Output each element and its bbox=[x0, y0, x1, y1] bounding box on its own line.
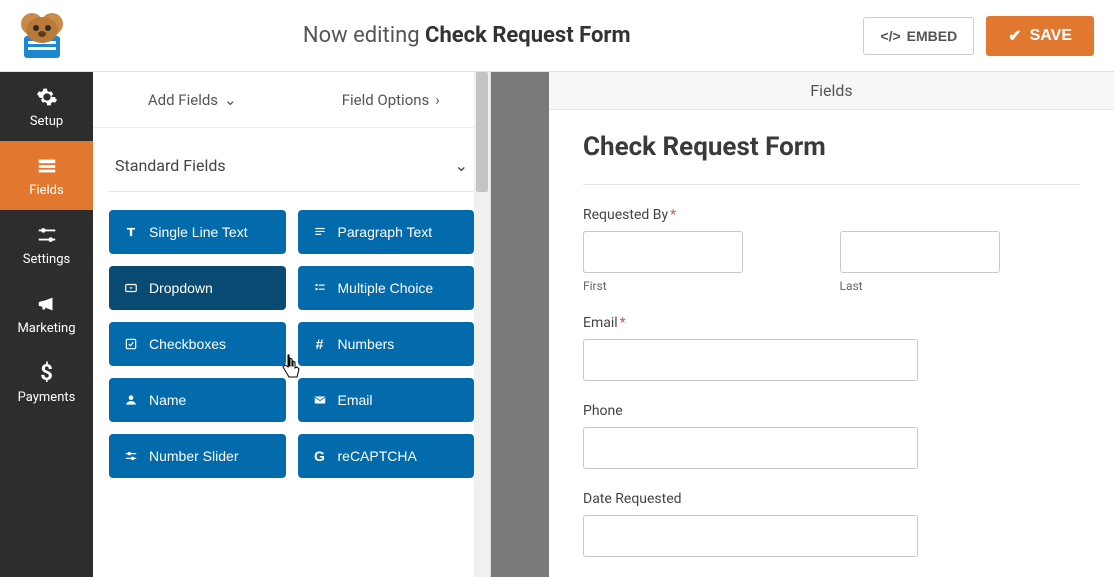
form-name: Check Request Form bbox=[425, 23, 630, 48]
sidebar-item-setup[interactable]: Setup bbox=[0, 72, 93, 141]
field-multiple-choice[interactable]: Multiple Choice bbox=[298, 266, 475, 310]
form-title: Check Request Form bbox=[583, 132, 1080, 185]
label-text: Requested By bbox=[583, 207, 668, 223]
section-label: Standard Fields bbox=[115, 156, 226, 175]
panel-tabs: Add Fields ⌄ Field Options › bbox=[93, 72, 490, 128]
sidebar-label: Marketing bbox=[17, 321, 75, 336]
field-label: Single Line Text bbox=[149, 224, 248, 240]
hash-icon: # bbox=[312, 336, 328, 352]
checkbox-icon bbox=[123, 337, 139, 351]
first-sublabel: First bbox=[583, 279, 824, 293]
field-label: reCAPTCHA bbox=[338, 448, 417, 464]
section-standard-fields[interactable]: Standard Fields ⌄ bbox=[109, 146, 474, 192]
label-text: Email bbox=[583, 315, 618, 331]
main: Setup Fields Settings Marketing $ Paymen… bbox=[0, 72, 1114, 577]
sidebar-label: Setup bbox=[30, 114, 63, 129]
panel-body: Standard Fields ⌄ Single Line Text Parag… bbox=[93, 128, 490, 577]
sidebar-item-settings[interactable]: Settings bbox=[0, 210, 93, 279]
tab-field-options[interactable]: Field Options › bbox=[292, 72, 491, 127]
field-date-requested[interactable]: Date Requested bbox=[583, 491, 1080, 557]
field-number-slider[interactable]: Number Slider bbox=[109, 434, 286, 478]
field-label: Checkboxes bbox=[149, 336, 226, 352]
embed-label: EMBED bbox=[907, 28, 958, 44]
field-numbers[interactable]: # Numbers bbox=[298, 322, 475, 366]
chevron-down-icon: ⌄ bbox=[455, 156, 468, 175]
sidebar-label: Payments bbox=[18, 390, 76, 405]
last-name-input[interactable] bbox=[840, 231, 1000, 273]
person-icon bbox=[123, 393, 139, 407]
form-preview: Check Request Form Requested By* First L… bbox=[549, 110, 1114, 577]
field-label: Email* bbox=[583, 315, 1080, 331]
required-asterisk: * bbox=[620, 315, 626, 331]
form-icon bbox=[36, 155, 58, 177]
field-label: Numbers bbox=[338, 336, 395, 352]
sidebar-item-fields[interactable]: Fields bbox=[0, 141, 93, 210]
field-requested-by[interactable]: Requested By* First Last bbox=[583, 207, 1080, 293]
tab-label: Field Options bbox=[342, 91, 430, 109]
field-email[interactable]: Email bbox=[298, 378, 475, 422]
sidebar-item-marketing[interactable]: Marketing bbox=[0, 279, 93, 348]
field-checkboxes[interactable]: Checkboxes bbox=[109, 322, 286, 366]
email-input[interactable] bbox=[583, 339, 918, 381]
field-phone[interactable]: Phone bbox=[583, 403, 1080, 469]
field-label: Multiple Choice bbox=[338, 280, 434, 296]
text-icon bbox=[123, 225, 139, 239]
field-name[interactable]: Name bbox=[109, 378, 286, 422]
preview-header: Fields bbox=[549, 72, 1114, 110]
sliders-icon bbox=[36, 224, 58, 246]
dropdown-icon bbox=[123, 281, 139, 295]
recaptcha-icon: G bbox=[312, 448, 328, 464]
field-label: Name bbox=[149, 392, 186, 408]
preview-column: Fields Check Request Form Requested By* … bbox=[549, 72, 1114, 577]
sidebar: Setup Fields Settings Marketing $ Paymen… bbox=[0, 72, 93, 577]
field-label: Number Slider bbox=[149, 448, 238, 464]
field-recaptcha[interactable]: GreCAPTCHA bbox=[298, 434, 475, 478]
preview-header-label: Fields bbox=[810, 81, 852, 100]
slider-icon bbox=[123, 449, 139, 463]
field-label: Email bbox=[338, 392, 373, 408]
tab-add-fields[interactable]: Add Fields ⌄ bbox=[93, 72, 292, 127]
sidebar-label: Settings bbox=[23, 252, 70, 267]
field-label: Paragraph Text bbox=[338, 224, 433, 240]
page-title: Now editing Check Request Form bbox=[70, 23, 863, 48]
field-label: Dropdown bbox=[149, 280, 213, 296]
gear-icon bbox=[36, 86, 58, 108]
required-asterisk: * bbox=[670, 207, 676, 223]
divider-strip bbox=[491, 72, 549, 577]
sidebar-item-payments[interactable]: $ Payments bbox=[0, 348, 93, 417]
save-label: SAVE bbox=[1030, 27, 1072, 45]
field-grid: Single Line Text Paragraph Text Dropdown… bbox=[109, 210, 474, 478]
field-email[interactable]: Email* bbox=[583, 315, 1080, 381]
fields-panel: Add Fields ⌄ Field Options › Standard Fi… bbox=[93, 72, 491, 577]
dollar-icon: $ bbox=[36, 362, 58, 384]
field-label: Phone bbox=[583, 403, 1080, 419]
list-icon bbox=[312, 281, 328, 295]
field-label: Requested By* bbox=[583, 207, 1080, 223]
editing-prefix: Now editing bbox=[303, 23, 425, 48]
save-button[interactable]: ✔ SAVE bbox=[986, 16, 1094, 56]
field-dropdown[interactable]: Dropdown bbox=[109, 266, 286, 310]
field-label: Date Requested bbox=[583, 491, 1080, 507]
tab-label: Add Fields bbox=[148, 91, 218, 109]
bullhorn-icon bbox=[36, 293, 58, 315]
scroll-thumb[interactable] bbox=[476, 72, 488, 192]
sidebar-label: Fields bbox=[29, 183, 63, 198]
paragraph-icon bbox=[312, 225, 328, 239]
envelope-icon bbox=[312, 393, 328, 407]
phone-input[interactable] bbox=[583, 427, 918, 469]
chevron-right-icon: › bbox=[435, 91, 440, 109]
chevron-down-icon: ⌄ bbox=[224, 91, 237, 109]
code-icon: </> bbox=[880, 28, 900, 44]
first-name-input[interactable] bbox=[583, 231, 743, 273]
panel-scrollbar[interactable] bbox=[474, 72, 490, 577]
date-input[interactable] bbox=[583, 515, 918, 557]
embed-button[interactable]: </> EMBED bbox=[863, 17, 974, 55]
topbar: Now editing Check Request Form </> EMBED… bbox=[0, 0, 1114, 72]
app-logo bbox=[10, 8, 70, 63]
check-icon: ✔ bbox=[1008, 26, 1021, 46]
last-sublabel: Last bbox=[840, 279, 1081, 293]
field-single-line-text[interactable]: Single Line Text bbox=[109, 210, 286, 254]
field-paragraph-text[interactable]: Paragraph Text bbox=[298, 210, 475, 254]
